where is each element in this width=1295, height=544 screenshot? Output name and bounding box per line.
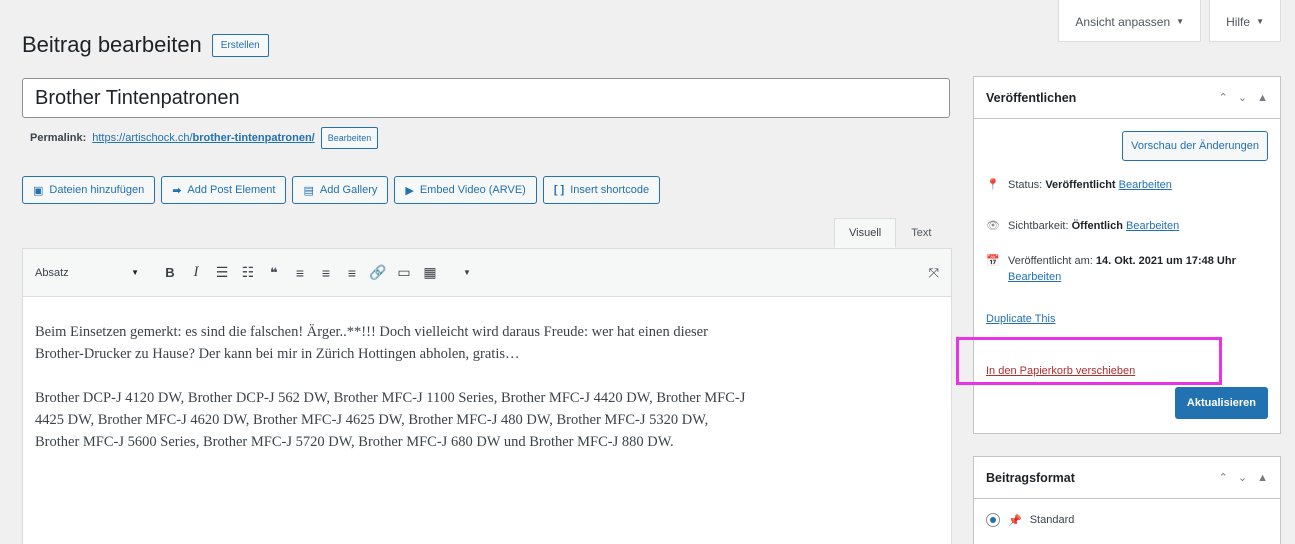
insert-shortcode-label: Insert shortcode bbox=[570, 184, 650, 196]
visibility-label: Sichtbarkeit: bbox=[1008, 220, 1069, 232]
screen-meta: Ansicht anpassen ▼ Hilfe ▼ bbox=[1058, 0, 1281, 42]
add-media-label: Dateien hinzufügen bbox=[49, 184, 145, 196]
bullet-list-icon[interactable]: ☰ bbox=[211, 262, 233, 284]
link-icon[interactable]: 🔗 bbox=[367, 262, 389, 284]
highlight-annotation bbox=[956, 337, 1222, 385]
calendar-icon: 📅 bbox=[986, 255, 1000, 267]
add-post-element-button[interactable]: ➡ Add Post Element bbox=[161, 176, 287, 204]
page-header: Beitrag bearbeiten Erstellen bbox=[22, 32, 269, 58]
help-label: Hilfe bbox=[1226, 14, 1251, 29]
status-text: Status: Veröffentlicht Bearbeiten bbox=[1008, 177, 1172, 193]
move-up-icon[interactable]: ⌃ bbox=[1219, 91, 1228, 104]
pin-icon: 📍 bbox=[986, 179, 1000, 191]
italic-icon[interactable]: I bbox=[185, 262, 207, 284]
screen-options-button[interactable]: Ansicht anpassen ▼ bbox=[1058, 0, 1202, 42]
toggle-panel-icon[interactable]: ▲ bbox=[1257, 92, 1268, 104]
post-format-box: Beitragsformat ⌃ ⌄ ▲ 📌 Standard bbox=[973, 456, 1281, 544]
add-gallery-label: Add Gallery bbox=[319, 184, 378, 196]
read-more-icon[interactable]: ▭ bbox=[393, 262, 415, 284]
publish-box-title: Veröffentlichen bbox=[986, 90, 1077, 105]
align-right-icon[interactable]: ≡ bbox=[341, 262, 363, 284]
numbered-list-icon[interactable]: ☷ bbox=[237, 262, 259, 284]
status-row: 📍 Status: Veröffentlicht Bearbeiten bbox=[986, 177, 1270, 193]
eye-icon: 👁 bbox=[986, 220, 1000, 232]
visibility-edit-link[interactable]: Bearbeiten bbox=[1126, 220, 1179, 232]
published-label: Veröffentlicht am: bbox=[1008, 255, 1093, 267]
permalink-slug: brother-tintenpatronen/ bbox=[192, 132, 315, 144]
fullscreen-icon[interactable]: ⤧ bbox=[929, 265, 939, 281]
embed-video-button[interactable]: ▶ Embed Video (ARVE) bbox=[394, 176, 537, 204]
post-format-header: Beitragsformat ⌃ ⌄ ▲ bbox=[974, 457, 1280, 499]
media-buttons: ▣ Dateien hinzufügen ➡ Add Post Element … bbox=[22, 176, 661, 204]
radio-selected-dot bbox=[990, 517, 996, 523]
align-center-icon[interactable]: ≡ bbox=[315, 262, 337, 284]
box-controls: ⌃ ⌄ ▲ bbox=[1219, 471, 1268, 485]
move-down-icon[interactable]: ⌄ bbox=[1238, 91, 1247, 104]
toolbar-icons: B I ☰ ☷ ❝ ≡ ≡ ≡ 🔗 ▭ ▦ bbox=[159, 262, 441, 284]
visibility-text: Sichtbarkeit: Öffentlich Bearbeiten bbox=[1008, 218, 1179, 234]
update-button[interactable]: Aktualisieren bbox=[1174, 387, 1268, 419]
visibility-row: 👁 Sichtbarkeit: Öffentlich Bearbeiten bbox=[986, 218, 1270, 234]
published-text: Veröffentlicht am: 14. Okt. 2021 um 17:4… bbox=[1008, 253, 1270, 285]
pushpin-icon: 📌 bbox=[1008, 514, 1022, 527]
post-title-input[interactable]: Brother Tintenpatronen bbox=[22, 78, 950, 118]
move-up-icon[interactable]: ⌃ bbox=[1219, 471, 1228, 484]
tab-visual[interactable]: Visuell bbox=[834, 218, 897, 248]
publish-box-header: Veröffentlichen ⌃ ⌄ ▲ bbox=[974, 77, 1280, 119]
status-label: Status: bbox=[1008, 179, 1043, 191]
paragraph: Beim Einsetzen gemerkt: es sind die fals… bbox=[35, 324, 708, 362]
page-title: Beitrag bearbeiten bbox=[22, 32, 202, 57]
published-date-row: 📅 Veröffentlicht am: 14. Okt. 2021 um 17… bbox=[986, 253, 1270, 285]
move-down-icon[interactable]: ⌄ bbox=[1238, 471, 1247, 484]
screen-options-label: Ansicht anpassen bbox=[1075, 14, 1171, 29]
add-post-element-label: Add Post Element bbox=[187, 184, 276, 196]
format-select[interactable]: Absatz ▼ bbox=[35, 267, 145, 279]
format-standard-label: Standard bbox=[1029, 514, 1075, 526]
add-new-button[interactable]: Erstellen bbox=[211, 33, 269, 57]
bold-icon[interactable]: B bbox=[159, 262, 181, 284]
caret-down-icon[interactable]: ▼ bbox=[463, 268, 471, 277]
caret-down-icon: ▼ bbox=[1256, 17, 1264, 26]
align-left-icon[interactable]: ≡ bbox=[289, 262, 311, 284]
insert-shortcode-button[interactable]: [ ] Insert shortcode bbox=[542, 176, 661, 204]
permalink-label: Permalink: bbox=[30, 132, 87, 144]
editor-toolbar: Absatz ▼ B I ☰ ☷ ❝ ≡ ≡ ≡ 🔗 ▭ ▦ ▼ ⤧ bbox=[23, 249, 951, 297]
tab-text[interactable]: Text bbox=[896, 218, 946, 248]
media-icon: ▣ bbox=[33, 184, 44, 197]
duplicate-link[interactable]: Duplicate This bbox=[986, 313, 1056, 325]
editor-content[interactable]: Beim Einsetzen gemerkt: es sind die fals… bbox=[23, 297, 951, 453]
editor: Absatz ▼ B I ☰ ☷ ❝ ≡ ≡ ≡ 🔗 ▭ ▦ ▼ ⤧ Beim … bbox=[22, 248, 952, 544]
toggle-panel-icon[interactable]: ▲ bbox=[1257, 472, 1268, 484]
caret-down-icon: ▼ bbox=[131, 268, 139, 277]
permalink-base: https://artischock.ch/ bbox=[92, 132, 193, 144]
permalink: Permalink: https://artischock.ch/brother… bbox=[30, 127, 379, 149]
editor-tabs: Visuell Text bbox=[834, 218, 946, 248]
caret-down-icon: ▼ bbox=[1176, 17, 1185, 26]
format-standard-option[interactable]: 📌 Standard bbox=[986, 513, 1074, 527]
post-format-title: Beitragsformat bbox=[986, 470, 1075, 485]
format-select-value: Absatz bbox=[35, 266, 69, 279]
help-button[interactable]: Hilfe ▼ bbox=[1209, 0, 1281, 42]
box-controls: ⌃ ⌄ ▲ bbox=[1219, 91, 1268, 105]
post-element-icon: ➡ bbox=[172, 184, 182, 197]
paragraph: Brother DCP-J 4120 DW, Brother DCP-J 562… bbox=[35, 390, 746, 450]
published-edit-link[interactable]: Bearbeiten bbox=[1008, 271, 1061, 283]
preview-changes-button[interactable]: Vorschau der Änderungen bbox=[1122, 131, 1268, 161]
shortcode-icon: [ ] bbox=[553, 184, 565, 196]
gallery-icon: ▤ bbox=[303, 184, 314, 197]
status-edit-link[interactable]: Bearbeiten bbox=[1119, 179, 1172, 191]
permalink-edit-button[interactable]: Bearbeiten bbox=[320, 127, 379, 149]
status-value: Veröffentlicht bbox=[1045, 179, 1116, 191]
toolbar-toggle-icon[interactable]: ▦ bbox=[419, 262, 441, 284]
radio-button[interactable] bbox=[986, 513, 1000, 527]
permalink-link[interactable]: https://artischock.ch/brother-tintenpatr… bbox=[92, 132, 314, 144]
visibility-value: Öffentlich bbox=[1071, 220, 1123, 232]
blockquote-icon[interactable]: ❝ bbox=[263, 262, 285, 284]
add-media-button[interactable]: ▣ Dateien hinzufügen bbox=[22, 176, 156, 204]
add-gallery-button[interactable]: ▤ Add Gallery bbox=[292, 176, 389, 204]
video-icon: ▶ bbox=[405, 184, 414, 197]
embed-video-label: Embed Video (ARVE) bbox=[419, 184, 526, 196]
published-value: 14. Okt. 2021 um 17:48 Uhr bbox=[1095, 255, 1236, 267]
